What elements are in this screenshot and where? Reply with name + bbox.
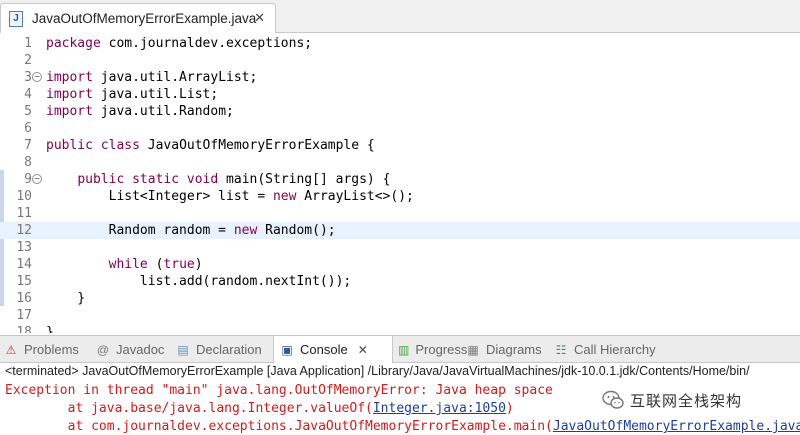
code-text: List<Integer> list = new ArrayList<>(); — [46, 189, 414, 204]
line-number: 9 — [24, 172, 32, 187]
line-number: 1 — [24, 36, 32, 51]
line-number: 15 — [16, 274, 32, 289]
code-line[interactable]: 11 — [0, 205, 800, 222]
line-number: 10 — [16, 189, 32, 204]
code-text: package com.journaldev.exceptions; — [46, 36, 313, 51]
stack-trace-link[interactable]: Integer.java:1050 — [373, 401, 506, 416]
code-line[interactable]: 3− import java.util.ArrayList; — [0, 69, 800, 86]
progress-icon: ▥ — [398, 342, 410, 357]
watermark: 互联网全栈架构 — [600, 387, 745, 413]
fold-toggle-icon[interactable]: − — [32, 174, 42, 184]
fold-toggle-icon[interactable]: − — [32, 72, 42, 82]
line-number: 8 — [24, 155, 32, 170]
stack-trace-text: at java.base/java.lang.Integer.valueOf( — [5, 401, 373, 416]
close-icon[interactable]: ✕ — [254, 10, 265, 26]
line-number: 18 — [16, 325, 32, 333]
line-number: 3 — [24, 70, 32, 85]
stack-trace-line: at com.journaldev.exceptions.JavaOutOfMe… — [5, 418, 800, 435]
code-text: import java.util.List; — [46, 87, 219, 102]
diagrams-icon: ▦ — [467, 342, 479, 357]
tab-console-label: Console — [300, 342, 348, 357]
javadoc-icon: @ — [96, 342, 110, 357]
tab-declaration-label: Declaration — [196, 342, 262, 357]
code-text: } — [46, 291, 86, 306]
tab-javadoc-label: Javadoc — [116, 342, 165, 357]
code-line[interactable]: 12 Random random = new Random(); — [0, 222, 800, 239]
stack-trace-link[interactable]: JavaOutOfMemoryErrorExample.java:14 — [553, 419, 800, 434]
line-number: 13 — [16, 240, 32, 255]
tab-problems[interactable]: ⚠ Problems — [4, 336, 92, 363]
line-number: 2 — [24, 53, 32, 68]
stack-trace-text: ) — [505, 401, 514, 416]
code-text: public class JavaOutOfMemoryErrorExample… — [46, 138, 375, 153]
console-icon: ▣ — [281, 342, 293, 357]
line-number: 11 — [16, 206, 32, 221]
tab-javadoc[interactable]: @ Javadoc — [96, 336, 174, 363]
call-hierarchy-icon: ☷ — [555, 342, 567, 357]
watermark-text: 互联网全栈架构 — [630, 391, 743, 410]
problems-icon: ⚠ — [5, 342, 17, 357]
code-text: } — [46, 325, 54, 333]
tab-progress[interactable]: ▥ Progress — [398, 336, 467, 363]
console-status-header: <terminated> JavaOutOfMemoryErrorExample… — [5, 364, 750, 378]
code-line[interactable]: 14 while (true) — [0, 256, 800, 273]
exception-line: Exception in thread "main" java.lang.Out… — [5, 383, 553, 398]
view-tab-bar: ⚠ Problems @ Javadoc ▤ Declaration ▣ Con… — [0, 335, 800, 363]
line-number: 12 — [16, 223, 32, 238]
line-number: 7 — [24, 138, 32, 153]
line-number: 5 — [24, 104, 32, 119]
code-line[interactable]: 16 } — [0, 290, 800, 307]
declaration-icon: ▤ — [177, 342, 189, 357]
code-line[interactable]: 7 public class JavaOutOfMemoryErrorExampl… — [0, 137, 800, 154]
tab-call-hierarchy-label: Call Hierarchy — [574, 342, 656, 357]
code-text: public static void main(String[] args) { — [77, 172, 391, 187]
tab-diagrams[interactable]: ▦ Diagrams — [466, 336, 548, 363]
code-text: import java.util.Random; — [46, 104, 234, 119]
code-line[interactable]: 17 — [0, 307, 800, 324]
code-text: Random random = new Random(); — [46, 223, 336, 238]
tab-progress-label: Progress — [415, 342, 468, 357]
editor-tab-bar: J JavaOutOfMemoryErrorExample.java ✕ — [0, 0, 800, 33]
code-text: import java.util.ArrayList; — [46, 70, 258, 85]
code-text: while (true) — [108, 257, 203, 272]
stack-trace-line: at java.base/java.lang.Integer.valueOf(I… — [5, 400, 514, 418]
tab-console[interactable]: ▣ Console ✕ — [273, 336, 393, 363]
line-number: 6 — [24, 121, 32, 136]
tab-call-hierarchy[interactable]: ☷ Call Hierarchy — [554, 336, 674, 363]
java-file-icon: J — [9, 10, 23, 27]
close-icon[interactable]: ✕ — [358, 343, 368, 357]
line-number: 17 — [16, 308, 32, 323]
line-number: 14 — [16, 257, 32, 272]
code-line[interactable]: 1 package com.journaldev.exceptions; — [0, 35, 800, 52]
tab-problems-label: Problems — [24, 342, 79, 357]
code-line[interactable]: 8 — [0, 154, 800, 171]
code-line[interactable]: 10 List<Integer> list = new ArrayList<>(… — [0, 188, 800, 205]
tab-declaration[interactable]: ▤ Declaration — [176, 336, 272, 363]
editor-tab-label: JavaOutOfMemoryErrorExample.java — [32, 11, 257, 26]
stack-trace-text: at com.journaldev.exceptions.JavaOutOfMe… — [5, 419, 553, 434]
code-line[interactable]: 9− public static void main(String[] args… — [0, 171, 800, 188]
code-text: list.add(random.nextInt()); — [46, 274, 352, 289]
tab-diagrams-label: Diagrams — [486, 342, 542, 357]
editor-tab-java-file[interactable]: J JavaOutOfMemoryErrorExample.java ✕ — [0, 3, 276, 33]
line-number: 4 — [24, 87, 32, 102]
line-number: 16 — [16, 291, 32, 306]
code-line[interactable]: 5 import java.util.Random; — [0, 103, 800, 120]
code-line[interactable]: 18} — [0, 324, 800, 333]
code-editor[interactable]: 1 package com.journaldev.exceptions; 2 3− im… — [0, 33, 800, 333]
code-line[interactable]: 15 list.add(random.nextInt()); — [0, 273, 800, 290]
code-line[interactable]: 4 import java.util.List; — [0, 86, 800, 103]
wechat-logo-icon — [602, 390, 624, 409]
code-line[interactable]: 13 — [0, 239, 800, 256]
code-line[interactable]: 6 — [0, 120, 800, 137]
code-line[interactable]: 2 — [0, 52, 800, 69]
